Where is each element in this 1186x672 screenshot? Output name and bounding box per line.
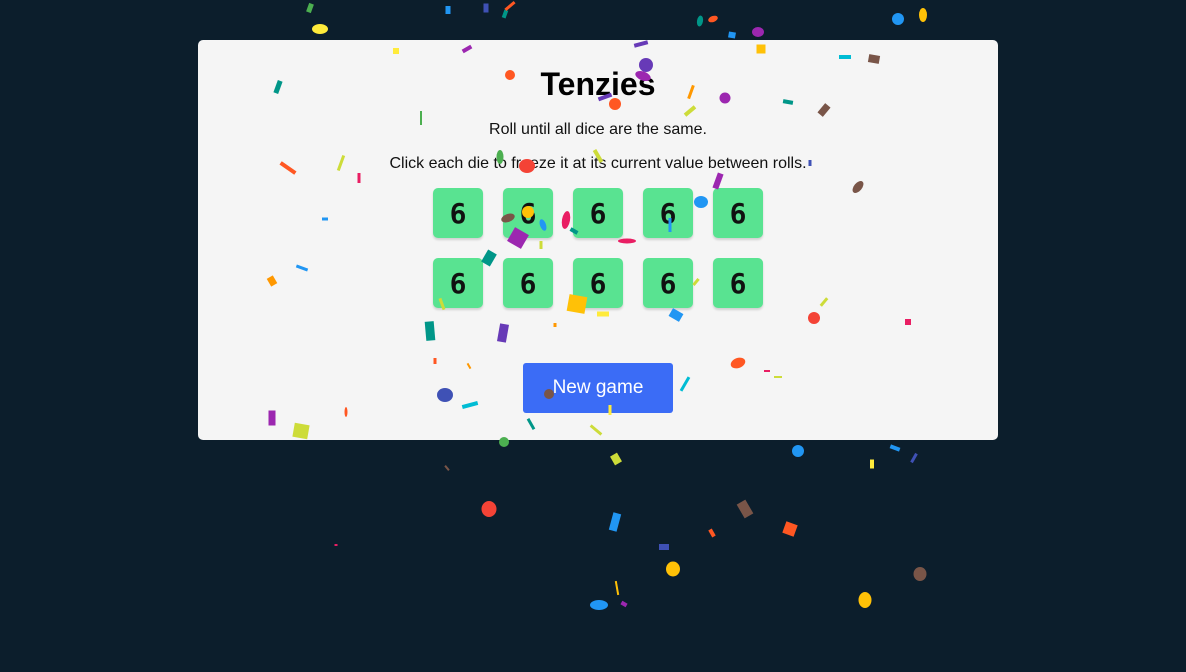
confetti-piece <box>504 0 516 12</box>
confetti-piece <box>913 567 927 581</box>
die-8[interactable]: 6 <box>573 258 623 308</box>
confetti-piece <box>445 6 451 14</box>
confetti-piece <box>481 501 497 517</box>
confetti-piece <box>306 2 314 14</box>
confetti-piece <box>892 13 904 25</box>
game-screen: Tenzies Roll until all dice are the same… <box>0 0 1186 672</box>
die-5[interactable]: 6 <box>713 188 763 238</box>
confetti-piece <box>910 452 918 464</box>
confetti-piece <box>590 600 608 610</box>
confetti-piece <box>708 15 718 23</box>
confetti-piece <box>919 8 927 22</box>
confetti-piece <box>696 15 704 27</box>
confetti-piece <box>889 444 901 452</box>
confetti-piece <box>870 459 874 469</box>
die-4[interactable]: 6 <box>643 188 693 238</box>
confetti-piece <box>752 27 764 37</box>
confetti-piece <box>483 3 489 13</box>
confetti-piece <box>736 499 754 519</box>
confetti-piece <box>610 452 622 466</box>
die-2[interactable]: 6 <box>503 188 553 238</box>
confetti-piece <box>334 544 338 546</box>
die-10[interactable]: 6 <box>713 258 763 308</box>
confetti-piece <box>312 24 328 34</box>
game-card: Tenzies Roll until all dice are the same… <box>198 40 998 440</box>
confetti-piece <box>666 561 680 577</box>
die-6[interactable]: 6 <box>433 258 483 308</box>
confetti-piece <box>620 600 628 608</box>
confetti-piece <box>708 528 716 538</box>
confetti-piece <box>858 592 872 608</box>
die-9[interactable]: 6 <box>643 258 693 308</box>
die-3[interactable]: 6 <box>573 188 623 238</box>
instructions-line-2: Click each die to freeze it at its curre… <box>389 155 807 172</box>
confetti-piece <box>614 580 620 596</box>
game-title: Tenzies <box>540 66 656 102</box>
confetti-piece <box>501 9 509 19</box>
confetti-piece <box>608 512 622 532</box>
confetti-piece <box>444 465 450 471</box>
confetti-piece <box>659 544 669 550</box>
new-game-button[interactable]: New game <box>523 363 673 413</box>
confetti-piece <box>792 445 804 457</box>
instructions-line-1: Roll until all dice are the same. <box>489 121 707 138</box>
die-7[interactable]: 6 <box>503 258 553 308</box>
confetti-piece <box>728 31 736 39</box>
die-1[interactable]: 6 <box>433 188 483 238</box>
confetti-piece <box>782 521 798 537</box>
dice-grid: 6 6 6 6 6 6 6 6 6 6 <box>433 188 763 308</box>
